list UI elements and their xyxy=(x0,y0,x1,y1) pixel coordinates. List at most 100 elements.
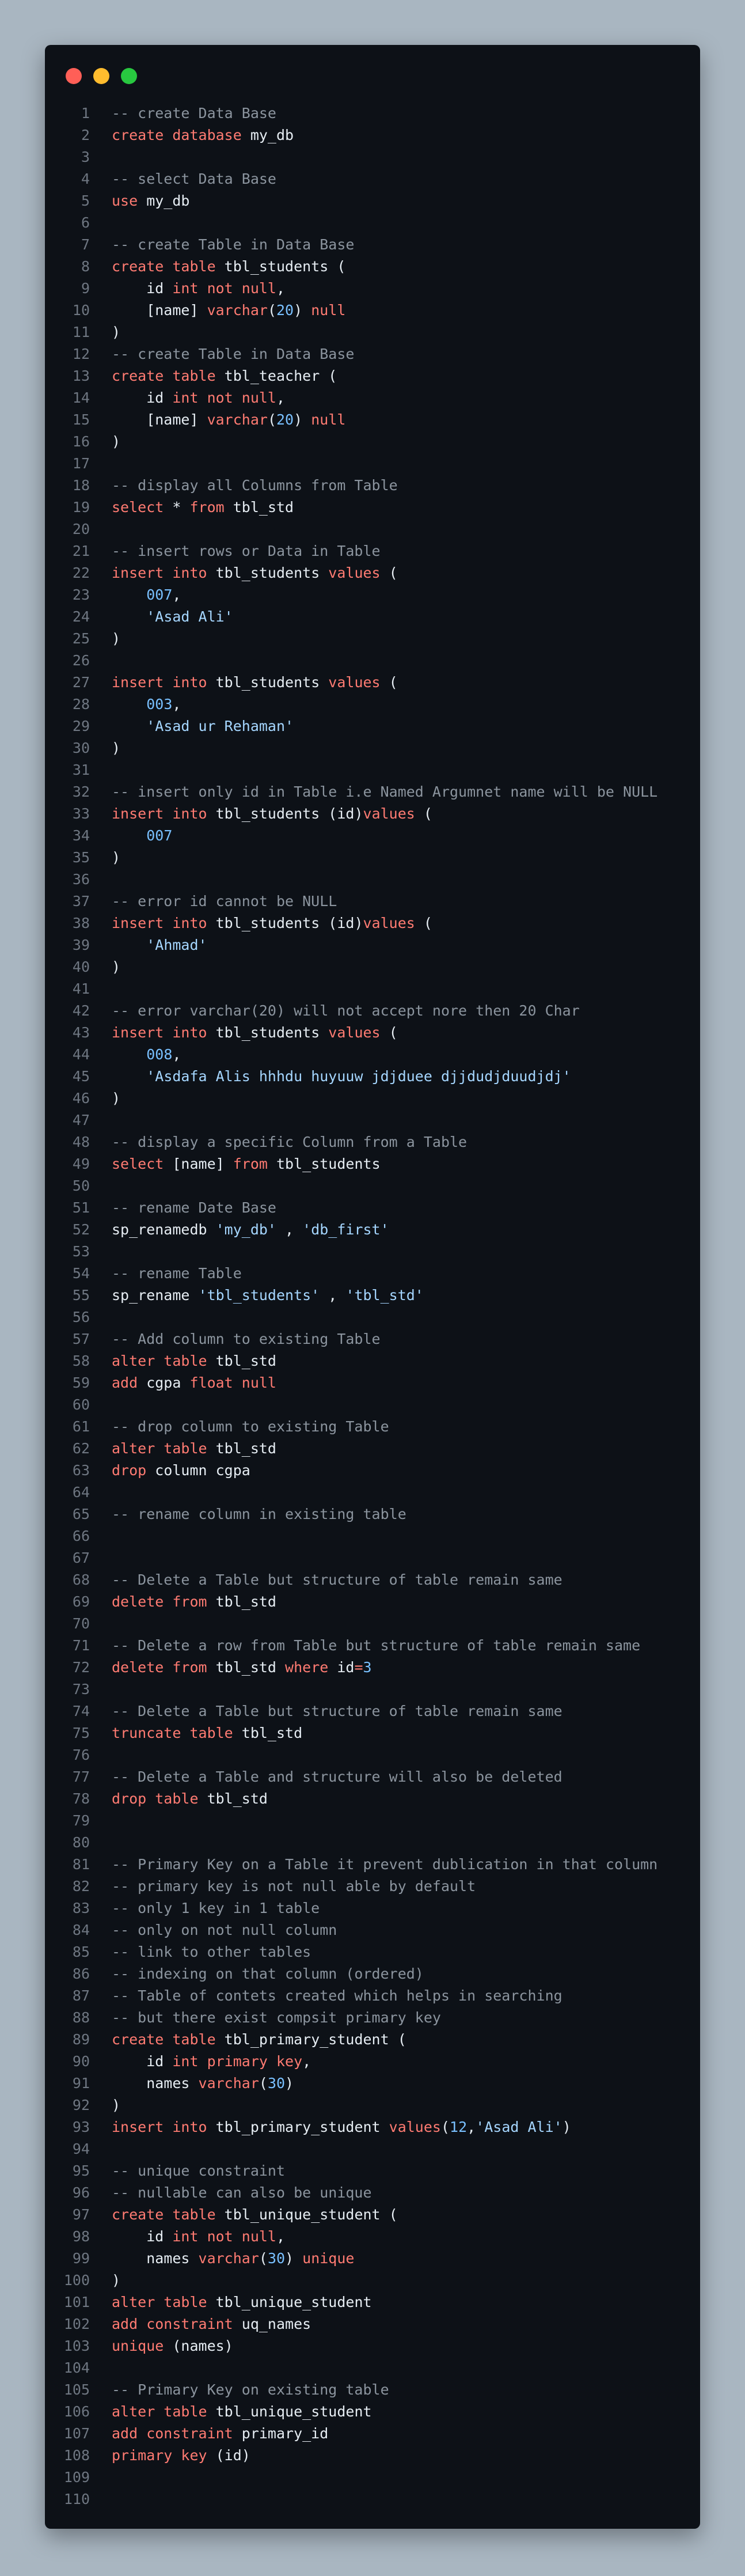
line-number: 67 xyxy=(72,1550,90,1566)
code-editor[interactable]: 1 -- create Data Base 2 create database my_… xyxy=(45,103,700,2510)
line-content: 'Asad ur Rehaman' xyxy=(112,715,294,737)
code-token: ) xyxy=(112,630,121,647)
line-number: 33 xyxy=(72,805,90,822)
code-line: 108 primary key (id) xyxy=(45,2445,700,2467)
code-token: , xyxy=(172,696,181,713)
code-line: 97 create table tbl_unique_student ( xyxy=(45,2204,700,2226)
keyword-token: values xyxy=(328,565,381,581)
code-line: 100) xyxy=(45,2270,700,2291)
code-line: 30) xyxy=(45,737,700,759)
keyword-token: add constraint xyxy=(112,2425,233,2442)
line-number: 59 xyxy=(72,1374,90,1391)
minimize-window-button[interactable] xyxy=(93,68,109,84)
line-number: 37 xyxy=(72,893,90,910)
code-token: tbl_primary_student ( xyxy=(215,2031,406,2048)
code-token: ) xyxy=(112,2272,121,2289)
line-number: 39 xyxy=(72,937,90,953)
line-number: 87 xyxy=(72,1987,90,2004)
keyword-token: add constraint xyxy=(112,2316,233,2332)
code-line: 40) xyxy=(45,956,700,978)
comment-token: -- but there exist compsit primary key xyxy=(112,2009,441,2026)
line-number: 46 xyxy=(72,1090,90,1107)
code-token: ( xyxy=(259,2075,268,2092)
code-token: tbl_std xyxy=(207,1440,276,1457)
line-number: 2 xyxy=(81,127,90,143)
comment-token: -- create Table in Data Base xyxy=(112,346,355,362)
code-line: 28 003, xyxy=(45,694,700,715)
comment-token: -- rename Date Base xyxy=(112,1199,276,1216)
line-number: 56 xyxy=(72,1309,90,1325)
code-token: ) xyxy=(112,433,121,450)
line-number: 107 xyxy=(63,2425,90,2442)
line-number: 74 xyxy=(72,1703,90,1719)
comment-token: -- create Data Base xyxy=(112,105,276,122)
code-token: [name] xyxy=(112,411,207,428)
code-line: 102 add constraint uq_names xyxy=(45,2313,700,2335)
line-number: 35 xyxy=(72,849,90,866)
line-content: -- primary key is not null able by defau… xyxy=(112,1876,476,1897)
code-line: 2 create database my_db xyxy=(45,124,700,146)
keyword-token: insert into xyxy=(112,915,207,931)
comment-token: -- primary key is not null able by defau… xyxy=(112,1878,476,1895)
code-line: 7 -- create Table in Data Base xyxy=(45,234,700,256)
line-content: -- unique constraint xyxy=(112,2160,285,2182)
line-number: 88 xyxy=(72,2009,90,2026)
line-number: 52 xyxy=(72,1221,90,1238)
line-number: 42 xyxy=(72,1002,90,1019)
code-token: tbl_students xyxy=(267,1156,381,1172)
keyword-token: alter table xyxy=(112,1440,207,1457)
code-token: sp_renamedb xyxy=(112,1221,216,1238)
line-content: 003, xyxy=(112,694,181,715)
code-token: ( xyxy=(415,915,432,931)
code-line: 19 select * from tbl_std xyxy=(45,497,700,518)
code-line: 50 xyxy=(45,1175,700,1197)
line-content: insert into tbl_students values ( xyxy=(112,562,398,584)
close-window-button[interactable] xyxy=(66,68,82,84)
line-content: -- error varchar(20) will not accept nor… xyxy=(112,1000,580,1022)
line-number: 68 xyxy=(72,1571,90,1588)
line-number: 34 xyxy=(72,827,90,844)
line-number: 63 xyxy=(72,1462,90,1479)
string-token: 'Asad Ali' xyxy=(476,2119,562,2135)
code-line: 48 -- display a specific Column from a Ta… xyxy=(45,1131,700,1153)
line-content: -- nullable can also be unique xyxy=(112,2182,372,2204)
code-token: ) xyxy=(112,849,121,866)
line-number: 83 xyxy=(72,1900,90,1916)
line-content: id int not null, xyxy=(112,278,285,300)
code-line: 46) xyxy=(45,1088,700,1109)
code-line: 1 -- create Data Base xyxy=(45,103,700,124)
code-token: tbl_std xyxy=(198,1790,268,1807)
keyword-token: create table xyxy=(112,258,216,275)
string-token: 'Asad Ali' xyxy=(146,608,233,625)
code-line: 4 -- select Data Base xyxy=(45,168,700,190)
line-content: use my_db xyxy=(112,190,189,212)
line-content: -- create Data Base xyxy=(112,103,276,124)
line-content: insert into tbl_primary_student values(1… xyxy=(112,2116,571,2138)
maximize-window-button[interactable] xyxy=(121,68,137,84)
code-token: * xyxy=(164,499,190,516)
code-line: 24 'Asad Ali' xyxy=(45,606,700,628)
line-content: alter table tbl_unique_student xyxy=(112,2291,372,2313)
line-content: insert into tbl_students (id)values ( xyxy=(112,803,432,825)
code-token: tbl_unique_student xyxy=(207,2294,372,2310)
number-token: 007 xyxy=(146,827,173,844)
keyword-token: null xyxy=(311,302,346,319)
code-token: my_db xyxy=(241,127,294,143)
code-line: 69 delete from tbl_std xyxy=(45,1591,700,1613)
string-token: 'tbl_students' xyxy=(198,1287,320,1304)
line-number: 97 xyxy=(72,2206,90,2223)
code-line: 54 -- rename Table xyxy=(45,1263,700,1285)
line-number: 31 xyxy=(72,762,90,778)
line-number: 8 xyxy=(81,258,90,275)
code-token: ( xyxy=(440,2119,450,2135)
string-token: 'Asdafa Alis hhhdu huyuuw jdjduee djjdud… xyxy=(146,1068,571,1085)
line-content: [name] varchar(20) null xyxy=(112,409,345,431)
code-line: 73 xyxy=(45,1679,700,1700)
code-token: id xyxy=(328,1659,355,1676)
keyword-token: unique xyxy=(112,2338,164,2354)
keyword-token: create table xyxy=(112,2206,216,2223)
code-token: ( xyxy=(259,2250,268,2267)
code-line: 43 insert into tbl_students values ( xyxy=(45,1022,700,1044)
